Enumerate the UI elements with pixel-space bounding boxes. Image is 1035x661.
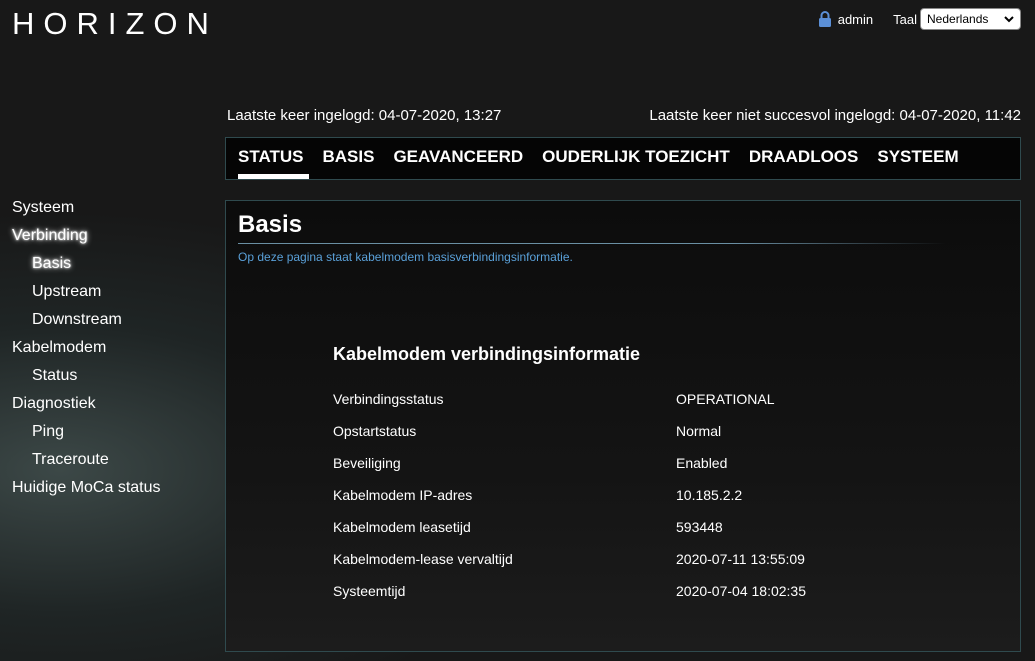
sidebar-item-basis[interactable]: Basis [12, 254, 161, 282]
table-row: Beveiliging Enabled [333, 455, 806, 487]
tab-status[interactable]: STATUS [238, 138, 311, 179]
horizon-logo: HORIZON [12, 6, 218, 41]
sidebar-item-traceroute[interactable]: Traceroute [12, 450, 161, 478]
row-label: Kabelmodem-lease vervaltijd [333, 551, 513, 567]
title-divider [238, 243, 946, 244]
sidebar-item-upstream[interactable]: Upstream [12, 282, 161, 310]
language-selected-value: Nederlands [927, 12, 989, 26]
table-row: Kabelmodem-lease vervaltijd 2020-07-11 1… [333, 551, 806, 583]
language-select[interactable]: Nederlands [920, 8, 1021, 30]
row-label: Kabelmodem leasetijd [333, 519, 471, 535]
chevron-down-icon [1004, 16, 1014, 23]
last-login-text: Laatste keer ingelogd: 04-07-2020, 13:27 [227, 107, 502, 124]
tab-basis[interactable]: BASIS [322, 138, 374, 179]
row-label: Kabelmodem IP-adres [333, 487, 473, 503]
last-failed-login-text: Laatste keer niet succesvol ingelogd: 04… [649, 107, 1021, 124]
sidebar-item-verbinding[interactable]: Verbinding [12, 226, 161, 254]
tab-systeem[interactable]: SYSTEEM [877, 138, 958, 179]
sidebar-item-ping[interactable]: Ping [12, 422, 161, 450]
table-row: Kabelmodem leasetijd 593448 [333, 519, 806, 551]
row-label: Systeemtijd [333, 583, 406, 599]
main-tabs: STATUS BASIS GEAVANCEERD OUDERLIJK TOEZI… [225, 137, 1021, 180]
row-label: Verbindingsstatus [333, 391, 444, 407]
page-title: Basis [238, 211, 303, 238]
row-label: Opstartstatus [333, 423, 417, 439]
row-value: 10.185.2.2 [676, 487, 743, 503]
content-panel: Basis Op deze pagina staat kabelmodem ba… [225, 200, 1021, 652]
username[interactable]: admin [838, 12, 873, 27]
sidebar-item-diagnostiek[interactable]: Diagnostiek [12, 394, 161, 422]
table-row: Kabelmodem IP-adres 10.185.2.2 [333, 487, 806, 519]
page-description: Op deze pagina staat kabelmodem basisver… [238, 250, 573, 264]
tab-geavanceerd[interactable]: GEAVANCEERD [393, 138, 523, 179]
row-value: Enabled [676, 455, 728, 471]
table-row: Systeemtijd 2020-07-04 18:02:35 [333, 583, 806, 615]
tab-draadloos[interactable]: DRAADLOOS [749, 138, 859, 179]
language-label: Taal [893, 11, 917, 27]
top-right-bar: admin Taal Nederlands [818, 8, 1021, 30]
lock-icon [818, 11, 831, 27]
table-row: Verbindingsstatus OPERATIONAL [333, 391, 806, 423]
sidebar-item-systeem[interactable]: Systeem [12, 198, 161, 226]
row-label: Beveiliging [333, 455, 401, 471]
sidebar-item-downstream[interactable]: Downstream [12, 310, 161, 338]
row-value: 593448 [676, 519, 723, 535]
sidebar: Systeem Verbinding Basis Upstream Downst… [12, 198, 161, 506]
tab-ouderlijk-toezicht[interactable]: OUDERLIJK TOEZICHT [542, 138, 730, 179]
sidebar-item-status[interactable]: Status [12, 366, 161, 394]
table-row: Opstartstatus Normal [333, 423, 806, 455]
sidebar-item-kabelmodem[interactable]: Kabelmodem [12, 338, 161, 366]
row-value: 2020-07-11 13:55:09 [676, 551, 805, 567]
connection-info-table: Verbindingsstatus OPERATIONAL Opstartsta… [333, 391, 806, 615]
login-info-row: Laatste keer ingelogd: 04-07-2020, 13:27… [227, 107, 1021, 124]
row-value: Normal [676, 423, 722, 439]
section-title: Kabelmodem verbindingsinformatie [333, 344, 641, 364]
sidebar-item-moca-status[interactable]: Huidige MoCa status [12, 478, 161, 506]
row-value: 2020-07-04 18:02:35 [676, 583, 806, 599]
row-value: OPERATIONAL [676, 391, 775, 407]
